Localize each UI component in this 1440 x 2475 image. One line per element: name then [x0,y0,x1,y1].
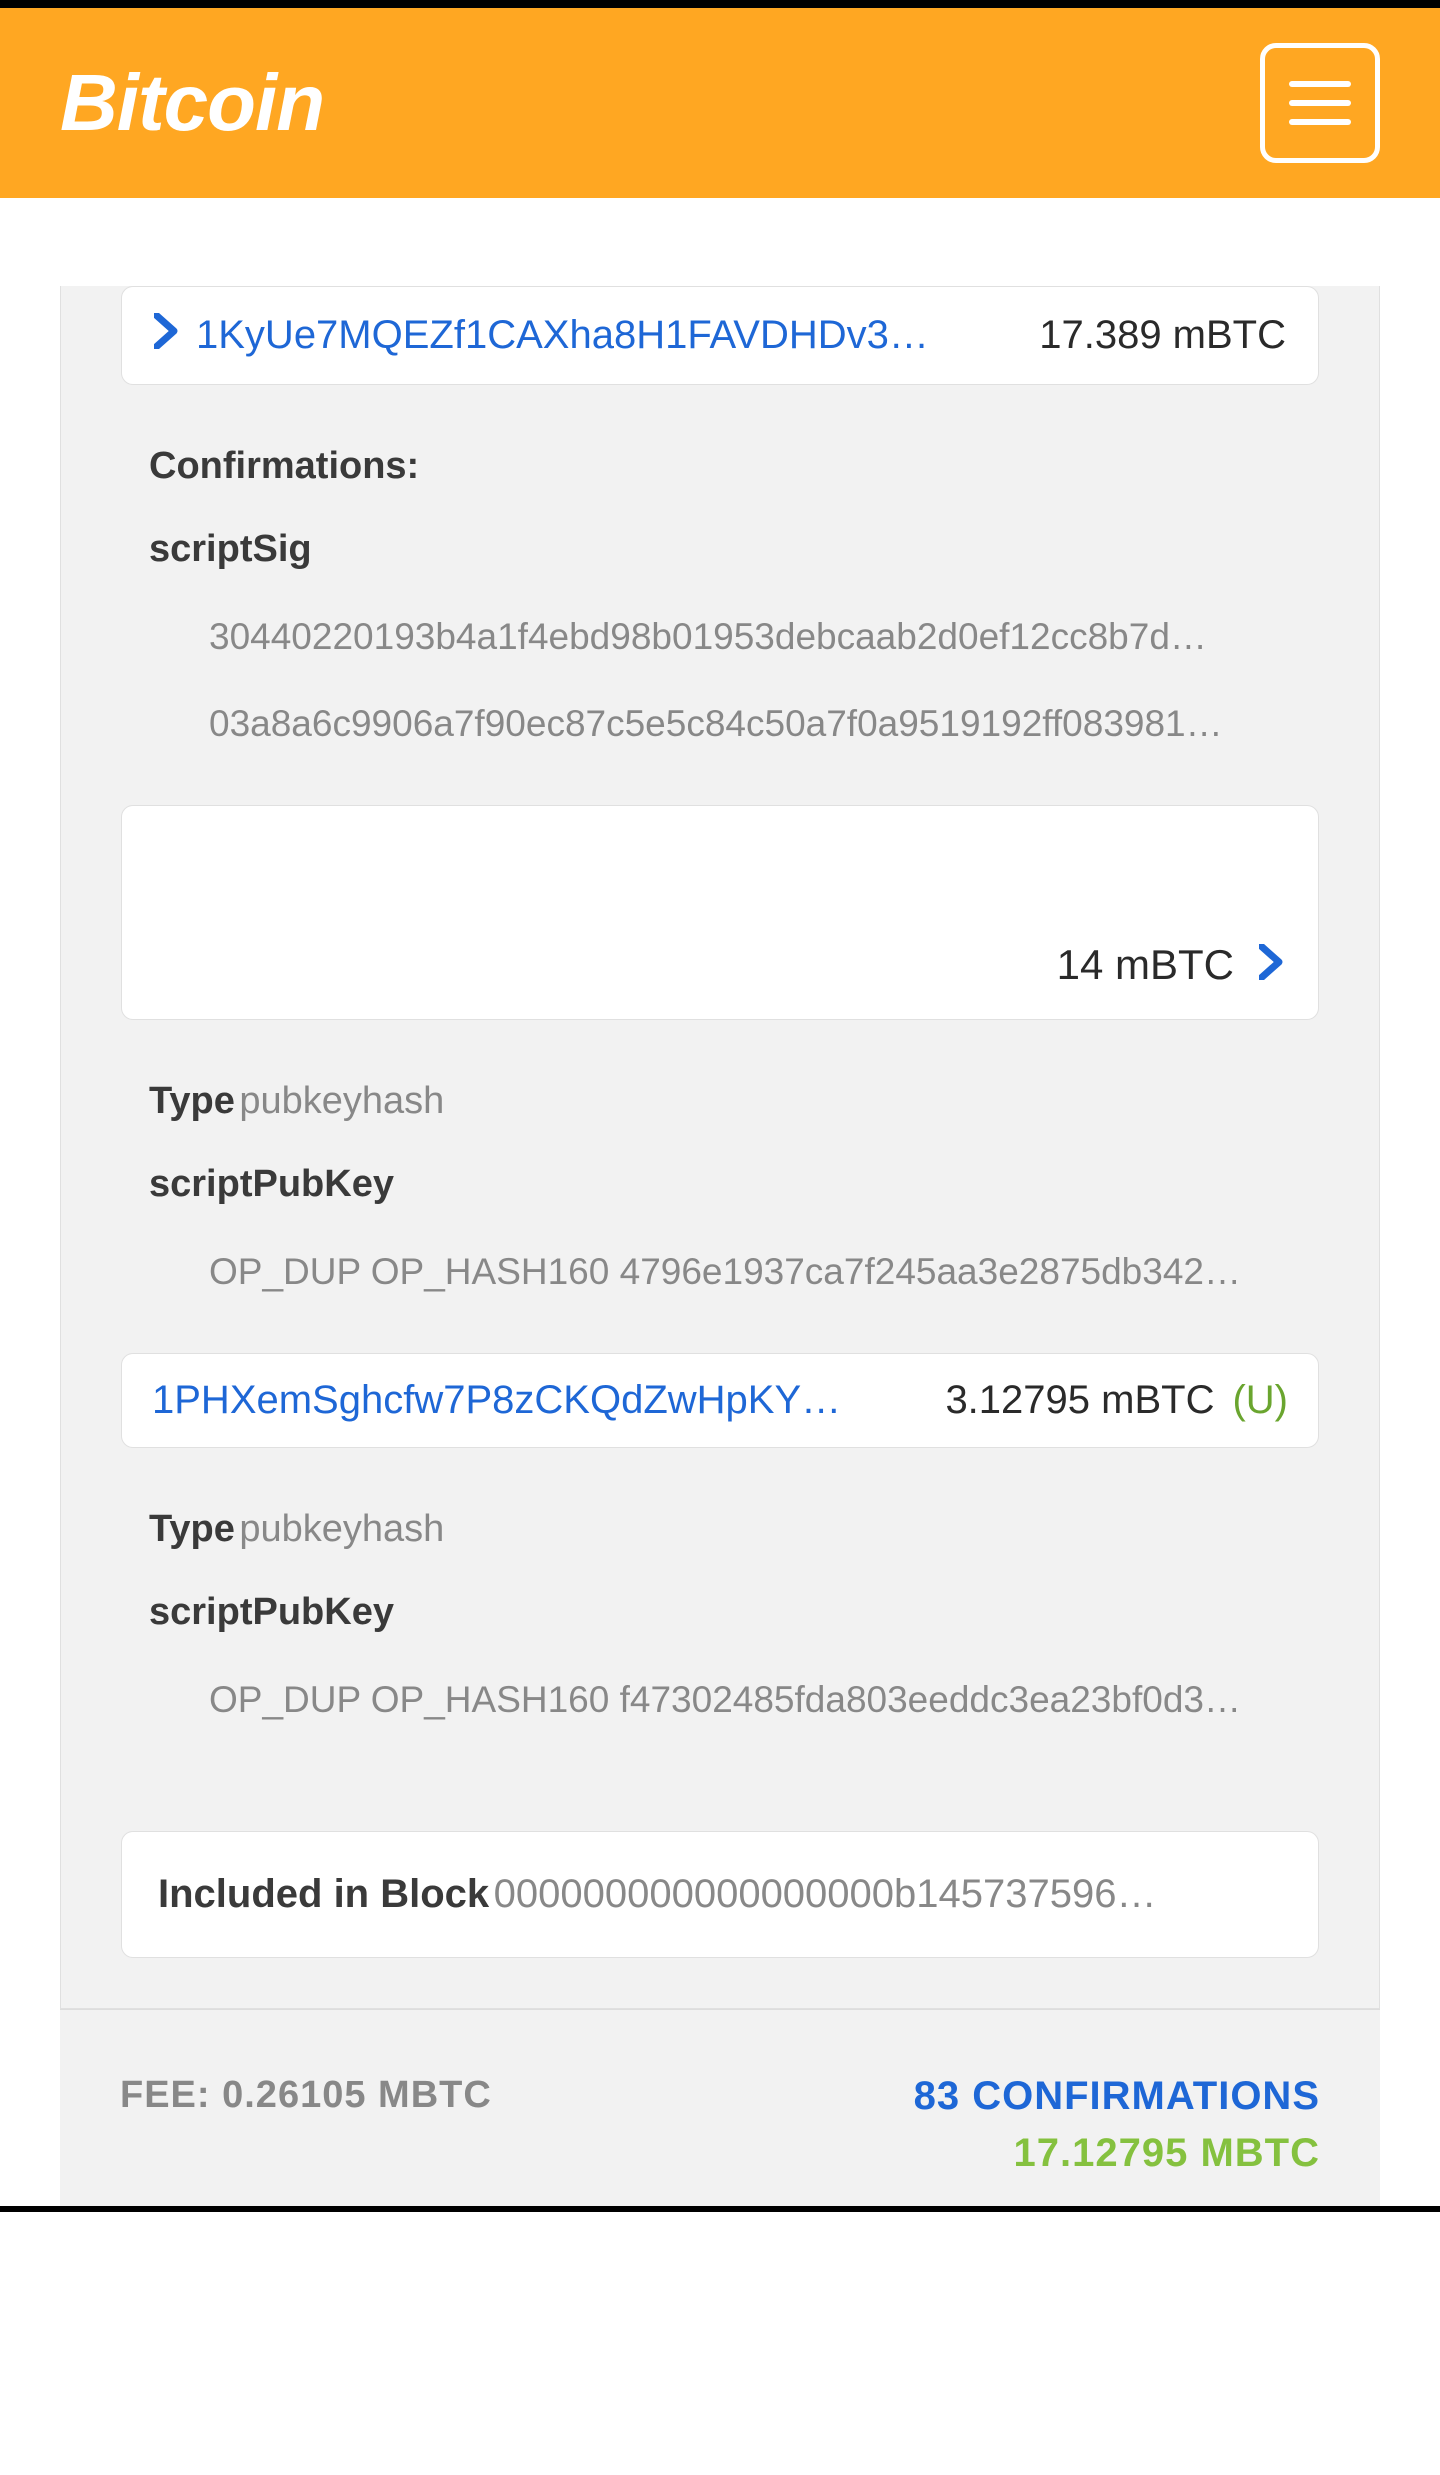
confirmation-count: 83 CONFIRMATIONS [914,2074,1320,2119]
hamburger-line-icon [1289,81,1351,87]
output-address-card: 1PHXemSghcfw7P8zCKQdZwHpKY… 3.12795 mBTC… [121,1353,1319,1448]
output-amount: 3.12795 mBTC [945,1378,1214,1423]
scriptpubkey-label: scriptPubKey [149,1163,394,1205]
bottom-black-bar [0,2206,1440,2212]
chevron-right-icon[interactable] [1259,944,1283,989]
input-address-link[interactable]: 1KyUe7MQEZf1CAXha8H1FAVDHDv3… [196,313,1021,358]
chevron-right-icon[interactable] [154,313,178,358]
output-amount: 14 mBTC [1057,941,1234,989]
navbar: Bitcoin [0,8,1440,198]
input-details: Confirmations: scriptSig 30440220193b4a1… [121,445,1319,745]
type-label: Type [149,1508,235,1550]
brand-logo[interactable]: Bitcoin [60,57,324,149]
hamburger-menu-button[interactable] [1260,43,1380,163]
scriptsig-line: 03a8a6c9906a7f90ec87c5e5c84c50a7f0a95191… [149,703,1291,745]
total-amount: 17.12795 MBTC [914,2131,1320,2176]
output-address-link[interactable]: 1PHXemSghcfw7P8zCKQdZwHpKY… [152,1378,927,1423]
type-label: Type [149,1080,235,1122]
scriptsig-line: 30440220193b4a1f4ebd98b01953debcaab2d0ef… [149,616,1291,658]
output-1-details: Type pubkeyhash scriptPubKey OP_DUP OP_H… [121,1508,1319,1721]
input-address-card: 1KyUe7MQEZf1CAXha8H1FAVDHDv3… 17.389 mBT… [121,286,1319,385]
output-amount-card: 14 mBTC [121,805,1319,1020]
included-in-block-card: Included in Block 000000000000000000b145… [121,1831,1319,1958]
output-0-details: Type pubkeyhash scriptPubKey OP_DUP OP_H… [121,1080,1319,1293]
block-label: Included in Block [158,1872,489,1916]
unspent-flag: (U) [1232,1378,1288,1423]
input-amount: 17.389 mBTC [1039,313,1286,358]
type-value: pubkeyhash [239,1508,444,1550]
scriptsig-label: scriptSig [149,528,312,570]
fee-label: FEE: 0.26105 MBTC [120,2074,492,2117]
top-black-bar [0,0,1440,8]
block-hash-link[interactable]: 000000000000000000b145737596… [494,1872,1157,1916]
type-value: pubkeyhash [239,1080,444,1122]
hamburger-line-icon [1289,100,1351,106]
scriptpubkey-label: scriptPubKey [149,1591,394,1633]
transaction-footer: FEE: 0.26105 MBTC 83 CONFIRMATIONS 17.12… [60,2009,1380,2206]
scriptpubkey-line: OP_DUP OP_HASH160 4796e1937ca7f245aa3e28… [149,1251,1291,1293]
confirmations-label: Confirmations: [149,445,419,487]
hamburger-line-icon [1289,119,1351,125]
scriptpubkey-line: OP_DUP OP_HASH160 f47302485fda803eeddc3e… [149,1679,1291,1721]
transaction-panel: 1KyUe7MQEZf1CAXha8H1FAVDHDv3… 17.389 mBT… [60,286,1380,2009]
